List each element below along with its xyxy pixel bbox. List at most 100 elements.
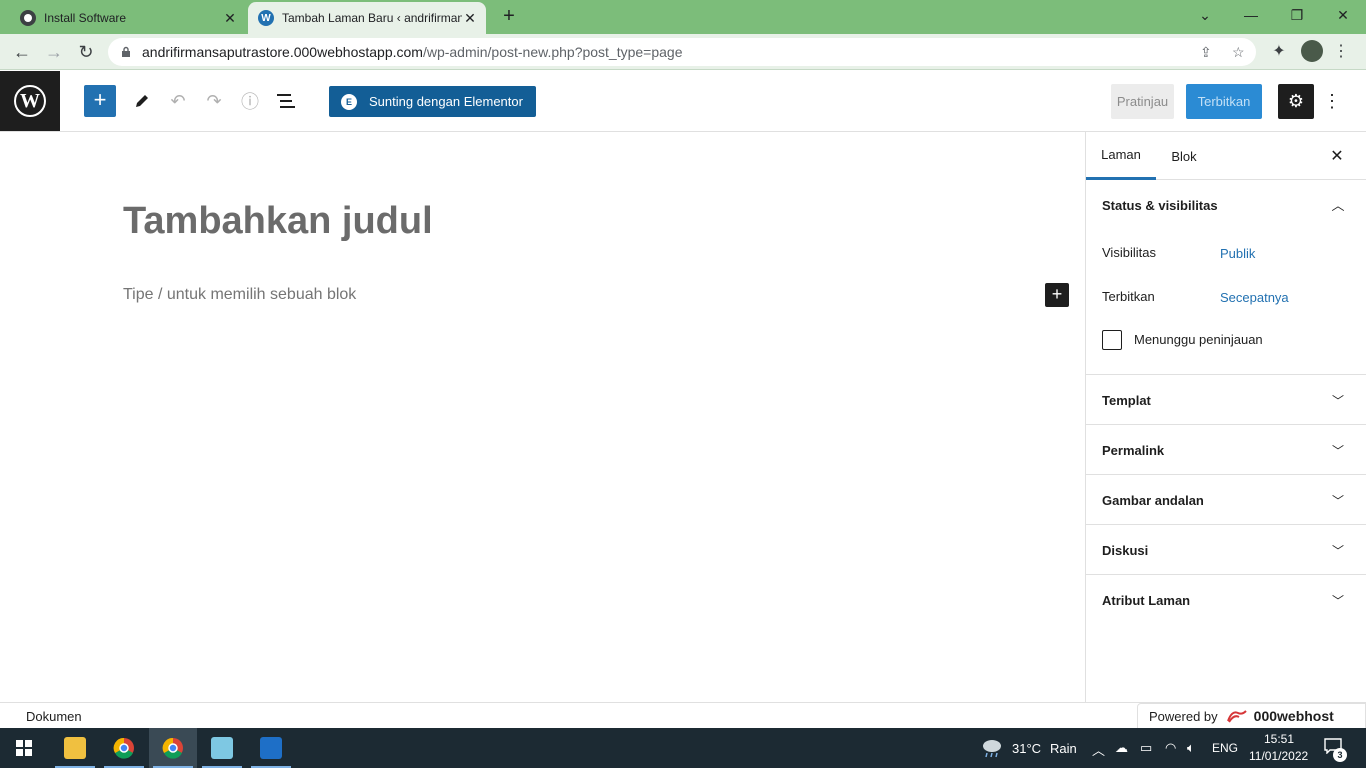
elementor-button-label: Sunting dengan Elementor xyxy=(369,94,523,109)
share-icon[interactable]: ⇪ xyxy=(1200,44,1212,61)
notepad-icon xyxy=(211,737,233,759)
chevron-down-icon: ﹀ xyxy=(1331,543,1344,558)
editor-header: W + ↶ ↷ ⓘ E Sunting dengan Elementor Pra… xyxy=(0,71,1366,132)
volume-icon[interactable]: 🔈︎ xyxy=(1187,740,1195,756)
chevron-up-icon[interactable]: ︿ xyxy=(1092,740,1105,759)
reload-icon[interactable]: ↻ xyxy=(74,40,98,64)
taskbar-notepad[interactable] xyxy=(198,728,246,768)
wordpress-logo-button[interactable]: W xyxy=(0,71,60,131)
wordpress-icon: W xyxy=(258,10,274,26)
close-icon[interactable]: ✕ xyxy=(1326,145,1348,167)
lock-icon xyxy=(122,46,130,57)
panel-title: Templat xyxy=(1102,393,1151,408)
editor-canvas: Tambahkan judul Tipe / untuk memilih seb… xyxy=(0,132,1085,702)
publish-date-link[interactable]: Secepatnya xyxy=(1220,290,1289,305)
visibility-label: Visibilitas xyxy=(1102,245,1156,260)
chrome-icon xyxy=(113,737,134,759)
battery-icon[interactable]: ▭ xyxy=(1140,740,1152,756)
omnibox[interactable]: andrifirmansaputrastore.000webhostapp.co… xyxy=(108,38,1256,66)
taskbar-file-explorer[interactable] xyxy=(51,728,99,768)
profile-avatar[interactable] xyxy=(1301,40,1323,62)
000webhost-logo-icon xyxy=(1226,710,1247,723)
more-options-icon[interactable]: ⋮ xyxy=(1322,89,1342,113)
chevron-down-icon: ﹀ xyxy=(1331,393,1344,408)
undo-icon[interactable]: ↶ xyxy=(166,89,190,113)
panel-title: Atribut Laman xyxy=(1102,593,1191,608)
browser-tab-bar: Install Software ✕ W Tambah Laman Baru ‹… xyxy=(0,0,1366,34)
weather-temp[interactable]: 31°C xyxy=(1012,741,1041,756)
pending-review-label[interactable]: Menunggu peninjauan xyxy=(1134,332,1263,347)
panel-atribut-laman[interactable]: Atribut Laman ﹀ xyxy=(1086,575,1366,625)
onedrive-cloud-icon[interactable]: ☁ xyxy=(1115,740,1128,756)
visibility-value-link[interactable]: Publik xyxy=(1220,246,1255,261)
edit-with-elementor-button[interactable]: E Sunting dengan Elementor xyxy=(329,86,536,117)
folder-icon xyxy=(64,737,86,759)
clock-date[interactable]: 11/01/2022 xyxy=(1249,749,1308,763)
taskbar-chrome-profile[interactable] xyxy=(149,728,197,768)
rain-cloud-icon xyxy=(983,740,1001,758)
photos-icon xyxy=(260,737,282,759)
chrome-menu-icon[interactable]: ⋮ xyxy=(1330,40,1352,62)
close-tab-icon[interactable]: ✕ xyxy=(222,10,238,26)
preview-button[interactable]: Pratinjau xyxy=(1111,84,1174,119)
url-host: andrifirmansaputrastore.000webhostapp.co… xyxy=(142,44,423,60)
block-inserter-plus-icon[interactable]: + xyxy=(1045,283,1069,307)
tab-blok[interactable]: Blok xyxy=(1156,132,1212,180)
chevron-up-icon[interactable]: ︿ xyxy=(1330,195,1346,213)
block-placeholder[interactable]: Tipe / untuk memilih sebuah blok xyxy=(123,286,356,304)
forward-icon[interactable]: → xyxy=(42,40,66,64)
close-window-button[interactable]: ✕ xyxy=(1320,0,1366,30)
publish-button[interactable]: Terbitkan xyxy=(1186,84,1262,119)
notification-count-badge: 3 xyxy=(1333,748,1347,762)
taskbar-photos[interactable] xyxy=(247,728,295,768)
panel-permalink[interactable]: Permalink ﹀ xyxy=(1086,425,1366,475)
panel-diskusi[interactable]: Diskusi ﹀ xyxy=(1086,525,1366,575)
powered-by-label: Powered by xyxy=(1149,708,1218,724)
start-button[interactable] xyxy=(0,728,48,768)
weather-desc[interactable]: Rain xyxy=(1050,741,1077,756)
github-icon xyxy=(20,10,36,26)
status-visibility-panel: Status & visibilitas ︿ Visibilitas Publi… xyxy=(1086,180,1366,375)
browser-tab-tambah-laman[interactable]: W Tambah Laman Baru ‹ andrifirman ✕ xyxy=(248,2,486,34)
panel-gambar-andalan[interactable]: Gambar andalan ﹀ xyxy=(1086,475,1366,525)
redo-icon[interactable]: ↷ xyxy=(202,89,226,113)
panel-title: Permalink xyxy=(1102,443,1165,458)
breadcrumb[interactable]: Dokumen xyxy=(26,709,82,724)
new-tab-button[interactable]: + xyxy=(498,6,520,28)
pencil-tools-icon[interactable] xyxy=(130,89,154,113)
info-icon[interactable]: ⓘ xyxy=(238,89,262,113)
browser-tab-install-software[interactable]: Install Software ✕ xyxy=(8,2,246,34)
panel-title: Diskusi xyxy=(1102,543,1149,558)
tab-search-icon[interactable]: ⌄ xyxy=(1182,0,1228,30)
chevron-down-icon: ﹀ xyxy=(1331,593,1344,608)
windows-icon xyxy=(16,740,32,756)
back-icon[interactable]: ← xyxy=(10,40,34,64)
panel-templat[interactable]: Templat ﹀ xyxy=(1086,375,1366,425)
clock-time[interactable]: 15:51 xyxy=(1264,732,1294,746)
pending-review-checkbox[interactable] xyxy=(1102,330,1122,350)
wordpress-icon: W xyxy=(14,85,46,117)
wifi-icon[interactable]: ◠ xyxy=(1165,740,1176,756)
close-tab-icon[interactable]: ✕ xyxy=(462,10,478,26)
windows-taskbar: 31°C Rain ︿ ☁ ▭ ◠ 🔈︎ ENG 15:51 11/01/202… xyxy=(0,728,1366,768)
panel-title[interactable]: Status & visibilitas xyxy=(1102,198,1218,213)
minimize-button[interactable]: — xyxy=(1228,0,1274,30)
powered-by-badge[interactable]: Powered by 000webhost xyxy=(1137,703,1366,729)
language-indicator[interactable]: ENG xyxy=(1212,741,1238,755)
settings-sidebar: Laman Blok ✕ Status & visibilitas ︿ Visi… xyxy=(1085,132,1366,702)
elementor-icon: E xyxy=(341,93,357,110)
add-block-button[interactable]: + xyxy=(84,85,116,117)
restore-button[interactable]: ❐ xyxy=(1274,0,1320,30)
extensions-puzzle-icon[interactable]: ✦ xyxy=(1268,40,1290,62)
tab-laman[interactable]: Laman xyxy=(1086,132,1156,180)
panel-title: Gambar andalan xyxy=(1102,493,1204,508)
tab-title: Install Software xyxy=(44,11,127,25)
post-title-input[interactable]: Tambahkan judul xyxy=(123,200,433,243)
brand-name: 000webhost xyxy=(1253,708,1334,724)
settings-gear-icon[interactable]: ⚙ xyxy=(1278,84,1314,119)
list-view-icon[interactable] xyxy=(274,89,298,113)
chevron-down-icon: ﹀ xyxy=(1331,493,1344,508)
url-path: /wp-admin/post-new.php?post_type=page xyxy=(422,44,683,60)
taskbar-chrome[interactable] xyxy=(100,728,148,768)
bookmark-star-icon[interactable]: ☆ xyxy=(1232,44,1245,61)
